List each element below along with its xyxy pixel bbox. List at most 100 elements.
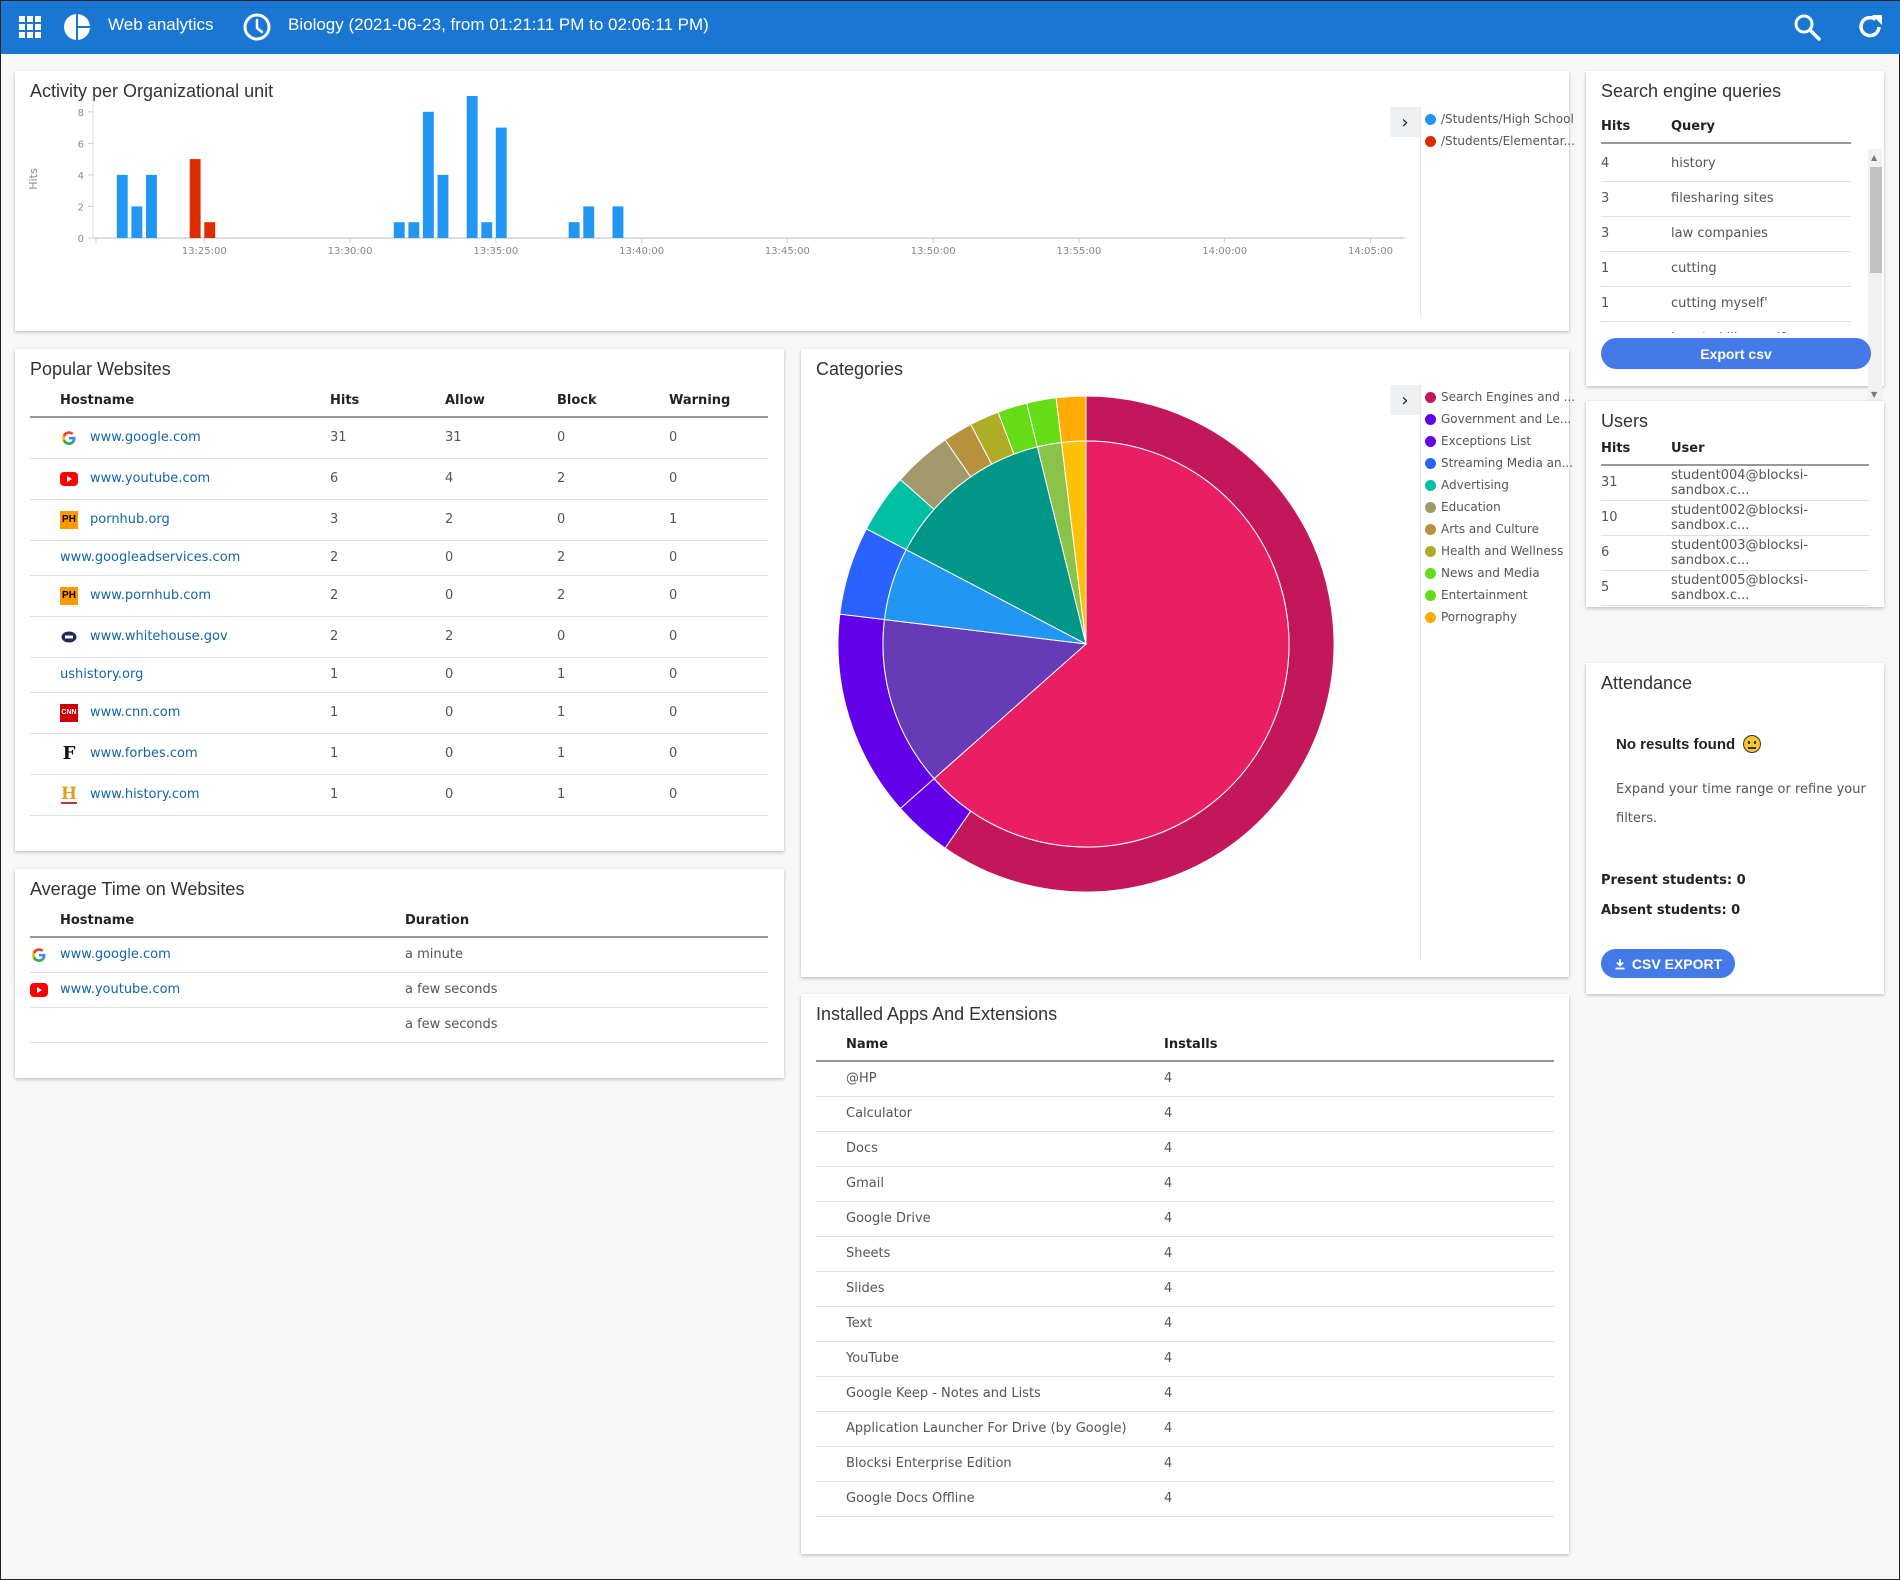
bar[interactable]: [466, 96, 478, 238]
table-row[interactable]: Google Keep - Notes and Lists 4: [816, 1376, 1554, 1412]
column-header-hostname[interactable]: Hostname: [30, 905, 405, 938]
bar[interactable]: [131, 206, 143, 238]
table-row[interactable]: PH pornhub.org 3 2 0 1: [30, 499, 768, 541]
time-range-label[interactable]: Biology (2021-06-23, from 01:21:11 PM to…: [288, 15, 709, 35]
column-header-name[interactable]: Name: [816, 1029, 1164, 1062]
table-row[interactable]: 1 cutting myself': [1601, 286, 1851, 322]
refresh-icon[interactable]: [1856, 13, 1884, 41]
legend-item[interactable]: Advertising: [1425, 474, 1575, 496]
export-csv-button[interactable]: Export csv: [1601, 338, 1871, 369]
clock-icon[interactable]: [242, 12, 272, 42]
hostname-link[interactable]: www.youtube.com: [60, 982, 180, 997]
table-row[interactable]: Blocksi Enterprise Edition 4: [816, 1446, 1554, 1482]
table-row[interactable]: Fwww.forbes.com 1 0 1 0: [30, 733, 768, 775]
table-row[interactable]: www.google.com a minute: [30, 937, 768, 973]
bar[interactable]: [146, 174, 157, 238]
search-icon[interactable]: [1793, 13, 1821, 41]
legend-item[interactable]: Arts and Culture: [1425, 518, 1575, 540]
table-row[interactable]: Application Launcher For Drive (by Googl…: [816, 1411, 1554, 1447]
table-row[interactable]: www.google.com 31 31 0 0: [30, 417, 768, 459]
legend-item[interactable]: /Students/High School: [1425, 108, 1575, 130]
csv-export-button[interactable]: CSV EXPORT: [1601, 949, 1735, 978]
table-row[interactable]: a few seconds: [30, 1007, 768, 1043]
bar[interactable]: [495, 127, 507, 238]
hostname-link[interactable]: www.cnn.com: [90, 705, 180, 720]
legend-item[interactable]: Entertainment: [1425, 584, 1575, 606]
legend-toggle-button[interactable]: ›: [1390, 385, 1420, 415]
column-header-block[interactable]: Block: [557, 385, 669, 418]
hostname-link[interactable]: www.google.com: [60, 947, 171, 962]
table-row[interactable]: YouTube 4: [816, 1341, 1554, 1377]
legend-item[interactable]: Exceptions List: [1425, 430, 1575, 452]
table-row[interactable]: 5 student005@blocksi-sandbox.c...: [1601, 570, 1869, 606]
hostname-link[interactable]: www.youtube.com: [90, 471, 210, 486]
hostname-link[interactable]: ushistory.org: [60, 667, 143, 682]
table-row[interactable]: 4 history: [1601, 146, 1851, 182]
bar[interactable]: [189, 159, 201, 238]
table-row[interactable]: @HP 4: [816, 1061, 1554, 1097]
scroll-up-arrow-icon[interactable]: ▲: [1871, 153, 1877, 162]
legend-item[interactable]: Health and Wellness: [1425, 540, 1575, 562]
table-row[interactable]: www.whitehouse.gov 2 2 0 0: [30, 616, 768, 658]
table-row[interactable]: 10 student002@blocksi-sandbox.c...: [1601, 500, 1869, 536]
hostname-link[interactable]: www.google.com: [90, 430, 201, 445]
bar[interactable]: [583, 206, 595, 238]
scrollbar-thumb[interactable]: [1870, 167, 1882, 273]
column-header-installs[interactable]: Installs: [1164, 1029, 1554, 1062]
table-row[interactable]: Google Docs Offline 4: [816, 1481, 1554, 1517]
outer-ring-slice[interactable]: [1055, 395, 1087, 444]
legend-toggle-button[interactable]: ›: [1390, 107, 1420, 137]
table-row[interactable]: Hwww.history.com 1 0 1 0: [30, 774, 768, 816]
legend-item[interactable]: Search Engines and ...: [1425, 386, 1575, 408]
table-row[interactable]: Google Drive 4: [816, 1201, 1554, 1237]
table-row[interactable]: Text 4: [816, 1306, 1554, 1342]
table-row[interactable]: 3 law companies: [1601, 216, 1851, 252]
bar[interactable]: [437, 174, 449, 238]
table-row[interactable]: 31 student004@blocksi-sandbox.c...: [1601, 465, 1869, 501]
hostname-link[interactable]: www.pornhub.com: [90, 588, 211, 603]
table-row[interactable]: Calculator 4: [816, 1096, 1554, 1132]
column-header-hostname[interactable]: Hostname: [30, 385, 330, 418]
hostname-link[interactable]: www.forbes.com: [90, 746, 198, 761]
table-row[interactable]: www.youtube.com 6 4 2 0: [30, 458, 768, 500]
table-row[interactable]: Slides 4: [816, 1271, 1554, 1307]
bar[interactable]: [393, 222, 405, 238]
queries-scroll-area[interactable]: 4 history 3 filesharing sites 3 law companies…: [1601, 146, 1867, 333]
queries-scrollbar[interactable]: ▲ ▼: [1868, 149, 1882, 401]
table-row[interactable]: www.googleadservices.com 2 0 2 0: [30, 540, 768, 576]
table-row[interactable]: www.youtube.com a few seconds: [30, 972, 768, 1008]
hostname-link[interactable]: pornhub.org: [90, 512, 170, 527]
column-header-allow[interactable]: Allow: [445, 385, 557, 418]
bar[interactable]: [422, 111, 434, 238]
legend-item[interactable]: Government and Le...: [1425, 408, 1575, 430]
table-row[interactable]: PH www.pornhub.com 2 0 2 0: [30, 575, 768, 617]
table-row[interactable]: 6 student003@blocksi-sandbox.c...: [1601, 535, 1869, 571]
table-row[interactable]: Sheets 4: [816, 1236, 1554, 1272]
column-header-hits[interactable]: Hits: [1601, 433, 1671, 466]
column-header-hits[interactable]: Hits: [1601, 111, 1671, 144]
table-row[interactable]: ushistory.org 1 0 1 0: [30, 657, 768, 693]
table-row[interactable]: CNN www.cnn.com 1 0 1 0: [30, 692, 768, 734]
hostname-link[interactable]: www.googleadservices.com: [60, 550, 240, 565]
column-header-warning[interactable]: Warning: [669, 385, 768, 418]
legend-item[interactable]: /Students/Elementar...: [1425, 130, 1575, 152]
scroll-down-arrow-icon[interactable]: ▼: [1871, 390, 1877, 399]
legend-item[interactable]: Pornography: [1425, 606, 1575, 628]
apps-grid-icon[interactable]: [19, 16, 41, 38]
legend-item[interactable]: Education: [1425, 496, 1575, 518]
column-header-duration[interactable]: Duration: [405, 905, 768, 938]
bar[interactable]: [481, 222, 493, 238]
legend-item[interactable]: Streaming Media an...: [1425, 452, 1575, 474]
legend-item[interactable]: News and Media: [1425, 562, 1575, 584]
table-row[interactable]: Docs 4: [816, 1131, 1554, 1167]
bar[interactable]: [568, 222, 580, 238]
bar[interactable]: [408, 222, 420, 238]
bar[interactable]: [204, 222, 216, 238]
hostname-link[interactable]: www.whitehouse.gov: [90, 629, 228, 644]
column-header-query[interactable]: Query: [1671, 111, 1851, 144]
bar[interactable]: [612, 206, 624, 238]
table-row[interactable]: Gmail 4: [816, 1166, 1554, 1202]
bar[interactable]: [116, 174, 128, 238]
table-row[interactable]: 1 cutting: [1601, 251, 1851, 287]
hostname-link[interactable]: www.history.com: [90, 787, 200, 802]
